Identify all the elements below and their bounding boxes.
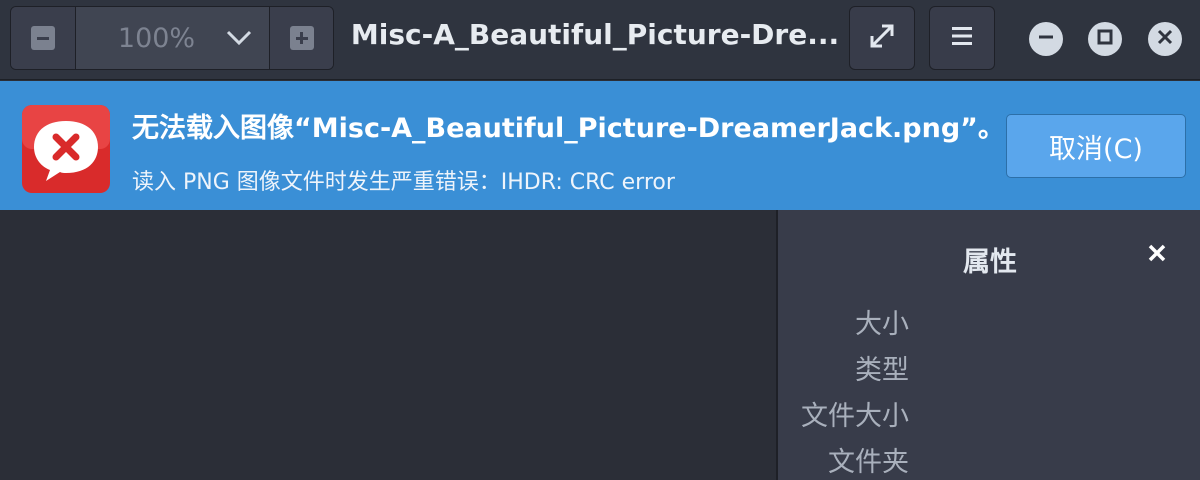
close-icon	[1156, 28, 1174, 50]
zoom-out-button[interactable]	[11, 7, 75, 69]
zoom-control: 100%	[10, 6, 334, 70]
fullscreen-icon	[868, 22, 896, 54]
fullscreen-button[interactable]	[849, 6, 915, 70]
chevron-down-icon	[209, 30, 269, 46]
zoom-out-icon	[31, 26, 55, 50]
zoom-level-value: 100%	[117, 22, 196, 54]
menu-button[interactable]	[929, 6, 995, 70]
header-bar: 100% Misc-A_Beautiful_Picture-Dre...	[0, 0, 1200, 80]
minimize-icon	[1037, 28, 1055, 50]
error-bubble-icon	[20, 103, 112, 195]
property-label-size: 大小	[855, 309, 909, 340]
error-title: 无法载入图像“Misc-A_Beautiful_Picture-DreamerJ…	[132, 113, 1005, 144]
sidebar-title: 属性	[963, 247, 1017, 278]
maximize-icon	[1096, 28, 1114, 50]
minimize-button[interactable]	[1029, 22, 1063, 56]
property-label-type: 类型	[855, 355, 909, 386]
error-detail: 读入 PNG 图像文件时发生严重错误：IHDR: CRC error	[132, 170, 675, 195]
hamburger-menu-icon	[950, 25, 974, 51]
zoom-in-icon	[289, 26, 314, 50]
sidebar-close-icon[interactable]	[1144, 240, 1170, 266]
property-label-folder: 文件夹	[828, 447, 909, 478]
properties-sidebar: 属性 大小 类型 文件大小 文件夹	[776, 210, 1200, 480]
window-title: Misc-A_Beautiful_Picture-Dre...	[350, 18, 840, 51]
close-button[interactable]	[1148, 22, 1182, 56]
zoom-level-dropdown[interactable]: 100%	[75, 7, 269, 69]
image-canvas	[0, 210, 776, 480]
property-label-file-size: 文件大小	[801, 401, 909, 432]
cancel-button[interactable]: 取消(C)	[1006, 114, 1186, 178]
maximize-button[interactable]	[1088, 22, 1122, 56]
zoom-in-button[interactable]	[269, 7, 333, 69]
